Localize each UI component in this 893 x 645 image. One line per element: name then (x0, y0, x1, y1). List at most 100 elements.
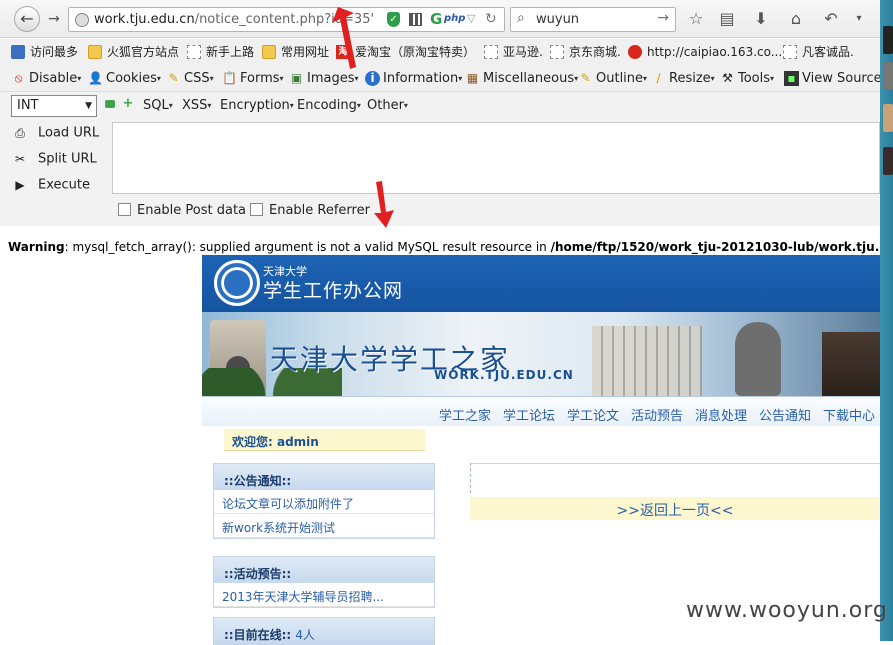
page-icon (550, 45, 564, 59)
devtool-view-source[interactable]: ▪View Source▾ (784, 70, 886, 87)
nav-link[interactable]: 下载中心 (823, 405, 875, 424)
load-url-button[interactable]: ⎙ Load URL (12, 125, 99, 141)
caret-down-icon: ▾ (289, 101, 294, 110)
nav-link[interactable]: 学工之家 (439, 405, 491, 424)
nav-link[interactable]: 学工论坛 (503, 405, 555, 424)
hackbar-menu-xss[interactable]: XSS▾ (182, 98, 211, 113)
page-icon (484, 45, 498, 59)
shield-icon[interactable]: ✓ (387, 12, 400, 27)
site-banner: 天津大学学工之家 WORK.TJU.EDU.CN (202, 312, 880, 396)
url-bar[interactable]: work.tju.edu.cn/notice_content.php?id=35… (68, 7, 505, 32)
home-icon[interactable]: ⌂ (785, 8, 807, 30)
increase-icon[interactable]: + (122, 97, 134, 110)
hackbar-menu-sql[interactable]: SQL▾ (143, 98, 173, 113)
folder-icon (262, 45, 276, 59)
caret-down-icon: ▾ (356, 101, 361, 110)
split-url-button[interactable]: ✂ Split URL (12, 151, 97, 167)
devtool-resize[interactable]: ∕ Resize▾ (651, 70, 714, 87)
bookmark-star-icon[interactable]: ☆ (685, 8, 707, 30)
devtool-cookies[interactable]: 👤 Cookies▾ (88, 70, 161, 87)
qr-code-icon[interactable] (409, 13, 422, 26)
back-button[interactable]: ← (14, 6, 40, 32)
site-header: 天津大学 学生工作办公网 (202, 255, 880, 312)
undo-icon[interactable]: ↶ (820, 8, 842, 30)
back-link[interactable]: >>返回上一页<< (470, 497, 880, 520)
enable-post-label: Enable Post data (137, 203, 247, 218)
chevron-down-icon: ▼ (85, 101, 92, 111)
warning-message: : mysql_fetch_array(): supplied argument… (64, 240, 551, 254)
image-icon: ▣ (290, 71, 303, 85)
notice-item[interactable]: 新work系统开始测试 (214, 514, 434, 538)
devtool-label: Disable (29, 71, 78, 86)
bookmark-item[interactable]: 亚马逊. (484, 44, 543, 60)
bookmark-item[interactable]: 常用网址 (262, 44, 329, 60)
hackbar-panel: INT ▼ + SQL▾ XSS▾ Encryption▾ Encoding▾ … (0, 92, 880, 226)
reload-icon[interactable]: ↻ (485, 11, 497, 27)
toolbox-icon: ▦ (466, 71, 479, 85)
university-seal-logo (214, 260, 260, 306)
checkbox-box[interactable] (118, 203, 131, 216)
search-input[interactable]: wuyun (536, 12, 579, 27)
bookmark-item[interactable]: 火狐官方站点 (88, 44, 179, 60)
reading-list-icon[interactable]: ▤ (716, 8, 738, 30)
ruler-icon: ∕ (656, 71, 661, 85)
devtool-css[interactable]: ✎ CSS▾ (166, 70, 213, 87)
welcome-user[interactable]: admin (277, 435, 319, 449)
cookie-person-icon: 👤 (88, 71, 103, 85)
hackbar-menu-other[interactable]: Other▾ (367, 98, 408, 113)
hackbar-url-textarea[interactable] (112, 122, 880, 194)
forward-button[interactable]: → (45, 10, 63, 28)
enable-post-checkbox[interactable]: Enable Post data (118, 203, 247, 218)
hackbar-menu-encoding[interactable]: Encoding▾ (297, 98, 361, 113)
checkbox-box[interactable] (250, 203, 263, 216)
hackbar-menu-label: Encoding (297, 98, 357, 113)
bookmark-item[interactable]: 凡客诚品. (783, 44, 854, 60)
menu-dropdown-icon[interactable]: ▾ (848, 8, 870, 30)
search-go-icon[interactable]: → (657, 10, 669, 26)
hackbar-menu-encryption[interactable]: Encryption▾ (220, 98, 294, 113)
caret-down-icon: ▾ (77, 74, 82, 83)
type-select[interactable]: INT ▼ (11, 95, 97, 117)
nav-link[interactable]: 学工论文 (567, 405, 619, 424)
nav-link[interactable]: 公告通知 (759, 405, 811, 424)
url-dropdown-icon[interactable]: ▽ (467, 12, 475, 25)
devtool-label: CSS (184, 71, 210, 86)
sidebar-thumbnail[interactable] (883, 26, 893, 54)
devtool-outline[interactable]: ✎ Outline▾ (578, 70, 647, 87)
bookmark-label: 火狐官方站点 (107, 45, 180, 59)
sidebar-thumbnail[interactable] (883, 62, 893, 90)
bookmark-label: 爱淘宝（原淘宝特卖） (355, 45, 476, 59)
sidebar-thumbnail[interactable] (883, 147, 893, 175)
bookmark-item[interactable]: 京东商城. (550, 44, 621, 60)
nav-link[interactable]: 活动预告 (631, 405, 683, 424)
notice-content-area (470, 463, 880, 493)
nav-link[interactable]: 消息处理 (695, 405, 747, 424)
bookmark-item[interactable]: 新手上路 (187, 44, 254, 60)
execute-button[interactable]: ▶ Execute (12, 177, 90, 193)
php-badge[interactable]: php (444, 13, 465, 24)
decrease-icon[interactable] (105, 100, 115, 108)
caret-down-icon: ▾ (403, 101, 408, 110)
enable-referrer-checkbox[interactable]: Enable Referrer (250, 203, 370, 218)
download-icon[interactable]: ⬇ (750, 8, 772, 30)
devtool-tools[interactable]: ⚒ Tools▾ (720, 70, 774, 87)
bookmark-item[interactable]: 访问最多 (11, 44, 78, 60)
hackbar-menu-label: Encryption (220, 98, 290, 113)
notice-panel: ::公告通知:: 论坛文章可以添加附件了 新work系统开始测试 (213, 463, 435, 539)
activity-item[interactable]: 2013年天津大学辅导员招聘... (214, 583, 434, 607)
notice-item[interactable]: 论坛文章可以添加附件了 (214, 490, 434, 514)
sidebar-thumbnail[interactable] (883, 104, 893, 132)
devtool-forms[interactable]: 📋 Forms▾ (222, 70, 284, 87)
devtool-label: Tools (738, 71, 771, 86)
search-bar[interactable]: ⌕ wuyun → (510, 7, 676, 32)
hackbar-menu-label: SQL (143, 98, 169, 113)
caret-down-icon: ▾ (168, 101, 173, 110)
info-icon: i (365, 71, 380, 86)
g-extension-icon[interactable]: G (430, 10, 442, 28)
devtool-disable[interactable]: ⦸ Disable▾ (11, 70, 82, 87)
devtool-information[interactable]: i Information▾ (365, 70, 462, 87)
devtool-miscellaneous[interactable]: ▦ Miscellaneous▾ (465, 70, 578, 87)
bookmark-label: 凡客诚品. (802, 45, 854, 59)
bookmark-item[interactable]: http://caipiao.163.co... (628, 44, 782, 60)
split-url-label: Split URL (38, 151, 97, 167)
